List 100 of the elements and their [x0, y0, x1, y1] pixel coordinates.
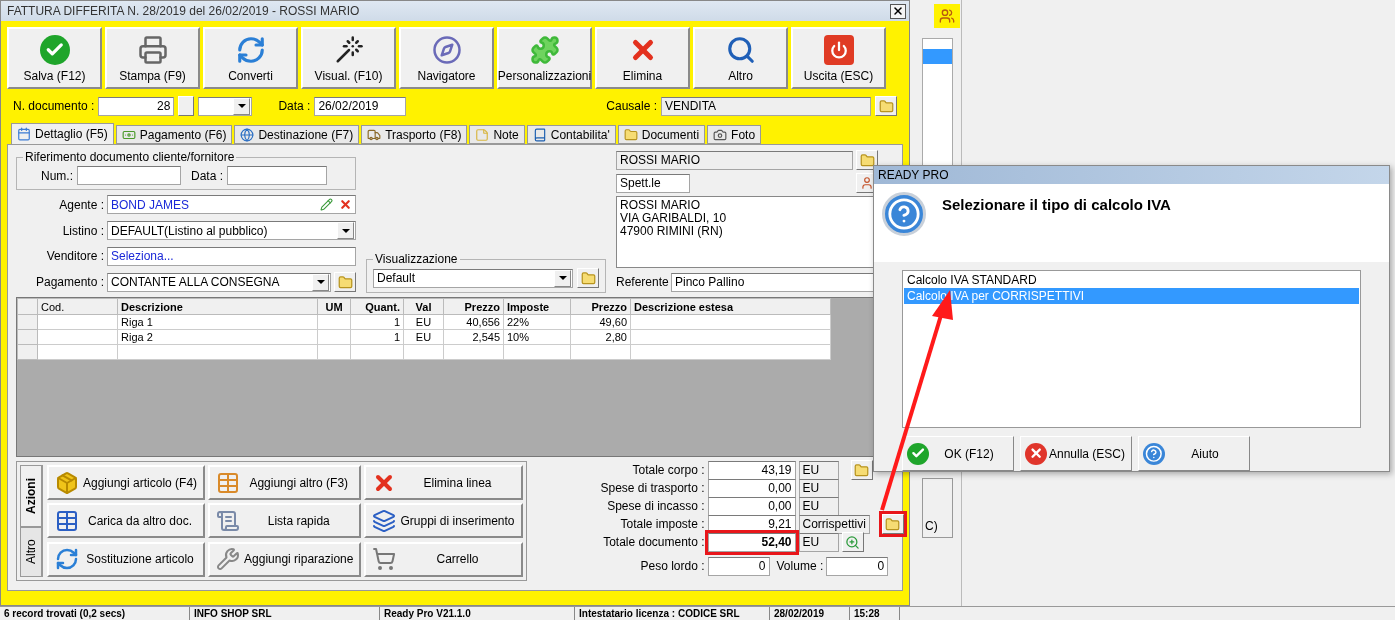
folder-button[interactable]	[577, 268, 599, 288]
action-button[interactable]: Aggiungi altro (F3)	[208, 465, 362, 500]
cancel-icon	[1025, 442, 1047, 465]
tab[interactable]: Destinazione (F7)	[234, 125, 360, 144]
action-button[interactable]: Gruppi di inserimento	[364, 503, 523, 539]
column-header[interactable]: Descrizione estesa	[630, 298, 831, 315]
tab[interactable]: Documenti	[617, 125, 706, 144]
check-icon	[907, 442, 929, 465]
toolbar-button[interactable]: Elimina	[595, 27, 690, 89]
weight-field[interactable]: 0	[707, 556, 770, 576]
action-button[interactable]: Aggiungi riparazione	[208, 541, 362, 577]
column-header[interactable]: UM	[317, 298, 351, 315]
column-header[interactable]: Cod.	[37, 298, 118, 315]
folder-button[interactable]	[875, 96, 897, 116]
action-button[interactable]: Lista rapida	[208, 503, 362, 539]
column-header[interactable]: Prezzo	[570, 298, 631, 315]
dialog-button[interactable]: Annulla (ESC)	[1020, 436, 1132, 471]
total-value-field[interactable]: 0,00	[707, 478, 796, 498]
total-value-field[interactable]: 0,00	[707, 496, 796, 516]
dropdown-button[interactable]	[312, 273, 329, 291]
volume-field[interactable]: 0	[826, 556, 889, 576]
zoom-button[interactable]	[841, 532, 864, 552]
close-button[interactable]	[890, 3, 906, 19]
salutation-field[interactable]: Spett.le	[616, 173, 690, 193]
toolbar-button[interactable]: Navigatore	[399, 27, 494, 89]
toolbar-button[interactable]: Altro	[693, 27, 788, 89]
dialog-button[interactable]: OK (F12)	[902, 436, 1014, 471]
table-cell: 2,545	[443, 329, 504, 345]
action-button[interactable]: Carica da altro doc.	[47, 503, 206, 539]
side-tab[interactable]: Azioni	[20, 465, 42, 527]
partial-button[interactable]: C)	[922, 478, 953, 538]
tab[interactable]: Dettaglio (F5)	[11, 123, 114, 144]
action-button[interactable]: Carrello	[364, 541, 523, 577]
layers-icon	[372, 508, 397, 533]
view-dropdown[interactable]: Default	[373, 268, 573, 288]
customer-name-field[interactable]: ROSSI MARIO	[616, 150, 853, 170]
toolbar-button[interactable]: Salva (F12)	[7, 27, 102, 89]
seller-field[interactable]: Seleziona...	[107, 246, 356, 266]
toolbar-button[interactable]: Visual. (F10)	[301, 27, 396, 89]
action-button[interactable]: Elimina linea	[364, 465, 523, 500]
column-header[interactable]: Val	[403, 298, 444, 315]
camera-icon	[713, 127, 728, 142]
tab[interactable]: Contabilita'	[526, 125, 616, 144]
date-field[interactable]	[227, 166, 327, 185]
folder-button[interactable]	[334, 272, 356, 293]
printer-icon	[137, 35, 168, 65]
field-label: Pagamento :	[34, 275, 104, 290]
arrows-icon	[55, 547, 79, 572]
causale-field[interactable]: VENDITA	[661, 96, 871, 116]
column-header[interactable]: Quant.	[350, 298, 404, 315]
folder-button[interactable]	[850, 460, 873, 480]
toolbar-button[interactable]: Uscita (ESC)	[791, 27, 886, 89]
dropdown-field[interactable]: CONTANTE ALLA CONSEGNA	[107, 272, 331, 292]
field-label: Listino :	[61, 223, 104, 238]
table-cell: 40,656	[443, 314, 504, 330]
tab[interactable]: Trasporto (F8)	[361, 125, 468, 144]
series-dropdown[interactable]	[198, 96, 253, 116]
folder-button[interactable]	[856, 150, 878, 170]
list-option[interactable]: Calcolo IVA STANDARD	[904, 271, 1359, 288]
action-button[interactable]: Aggiungi articolo (F4)	[47, 465, 206, 500]
table-cell: 22%	[503, 314, 571, 330]
field-label: Data :	[278, 99, 311, 113]
field-label: Peso lordo :	[639, 559, 705, 573]
column-header[interactable]: Prezzo	[443, 298, 504, 315]
field-label: Venditore :	[45, 249, 104, 264]
tab[interactable]: Pagamento (F6)	[115, 125, 233, 144]
column-header[interactable]: Imposte	[503, 298, 571, 315]
dropdown-field[interactable]: DEFAULT(Listino al pubblico)	[107, 221, 356, 241]
number-field[interactable]	[77, 166, 181, 185]
toolbar-button[interactable]: Stampa (F9)	[105, 27, 200, 89]
action-button[interactable]: Sostituzione articolo	[47, 541, 206, 577]
toolbar-button[interactable]: Converti	[203, 27, 298, 89]
total-value-field[interactable]: 52,40	[707, 532, 796, 552]
dialog-button[interactable]: Aiuto	[1138, 436, 1250, 471]
date-field[interactable]: 26/02/2019	[314, 96, 407, 116]
tab[interactable]: Note	[469, 125, 525, 144]
grid-icon	[216, 470, 241, 495]
truck-icon	[367, 127, 382, 142]
dropdown-button[interactable]	[233, 97, 251, 115]
dropdown-button[interactable]	[337, 222, 354, 240]
tab[interactable]: Foto	[707, 125, 762, 144]
help-icon	[1143, 442, 1165, 465]
table-cell: 1	[350, 329, 404, 345]
agent-field[interactable]: BOND JAMES	[107, 195, 356, 215]
dropdown-button[interactable]	[554, 269, 571, 287]
calendar-icon	[17, 127, 31, 141]
pencil-icon	[320, 198, 333, 212]
series-button[interactable]	[178, 96, 195, 116]
group-title: Visualizzazione	[374, 252, 459, 266]
table-cell: 1	[350, 314, 404, 330]
note-icon	[475, 127, 490, 142]
document-number-field[interactable]: 28	[98, 96, 175, 116]
window-title: FATTURA DIFFERITA N. 28/2019 del 26/02/2019 - ROSSI MARIO	[7, 4, 360, 18]
column-header[interactable]: Descrizione	[117, 298, 318, 315]
help-icon	[882, 191, 926, 236]
side-tab[interactable]: Altro	[20, 527, 42, 577]
total-value-field[interactable]: 43,19	[707, 460, 796, 480]
table-cell: EU	[403, 314, 444, 330]
toolbar-button[interactable]: Personalizzazioni	[497, 27, 592, 89]
zoom-icon	[845, 534, 861, 550]
